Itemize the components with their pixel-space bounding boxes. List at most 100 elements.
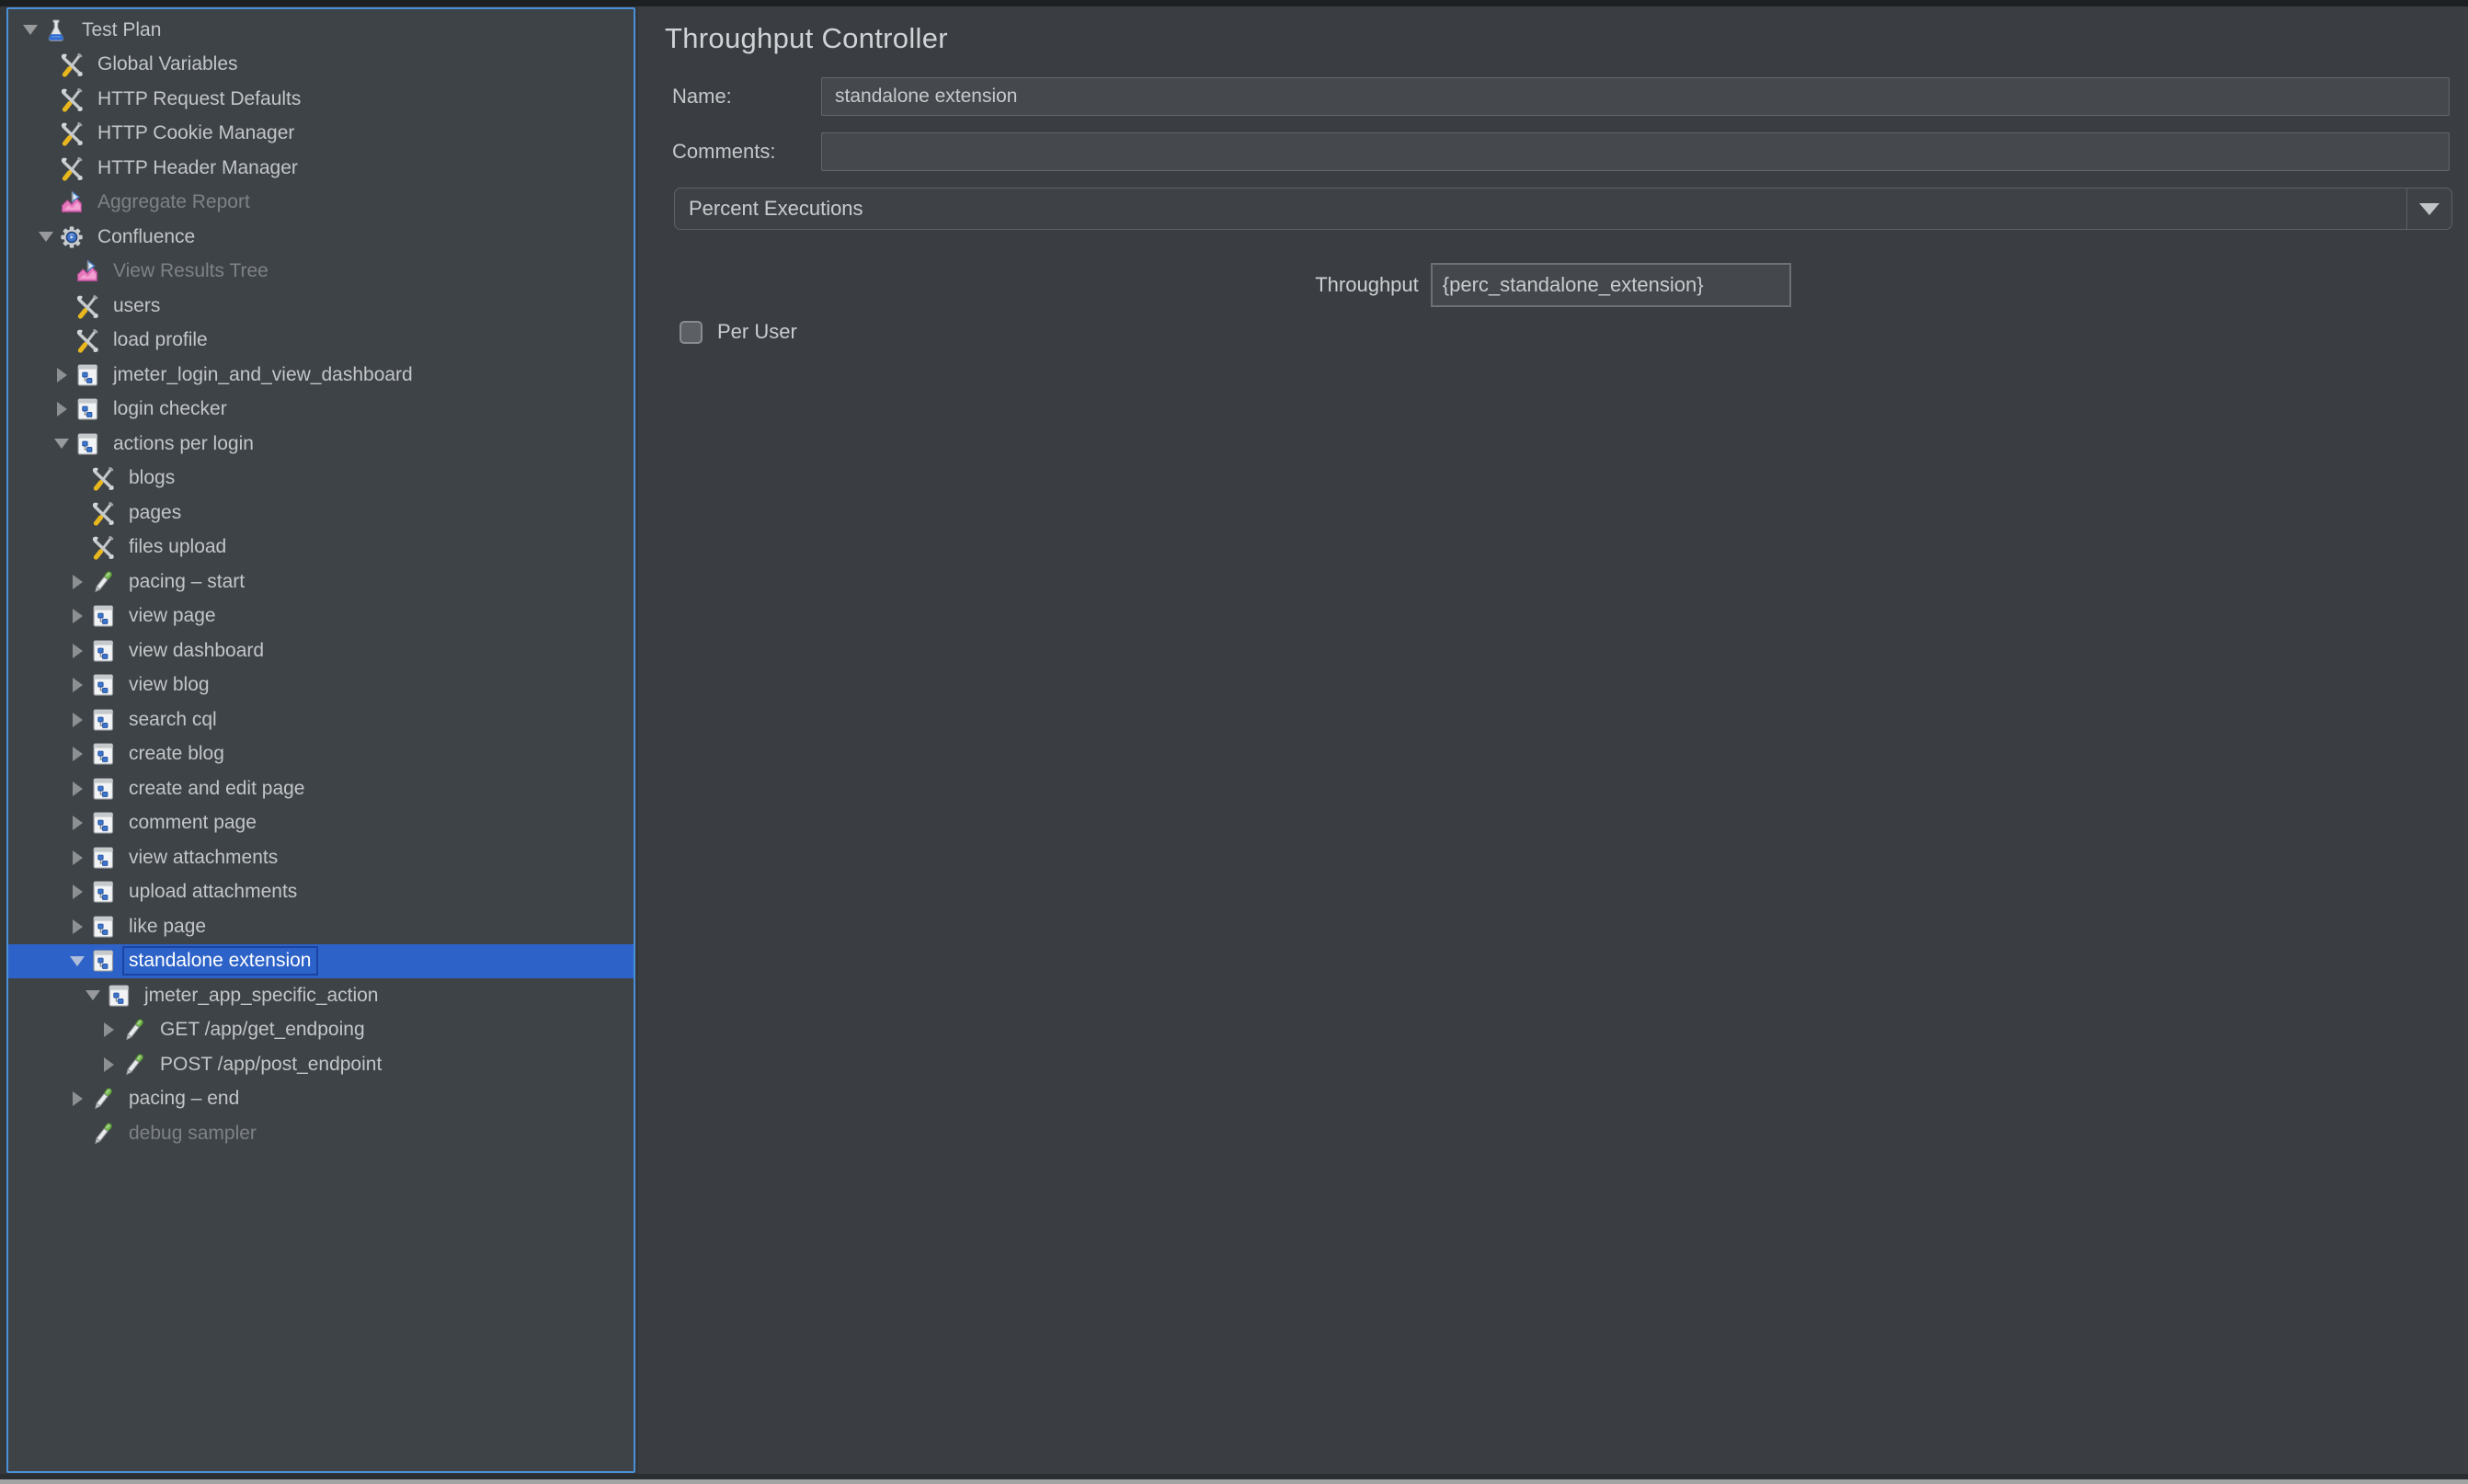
tree-item-debug-sampler[interactable]: debug sampler [8,1116,634,1151]
tree-item-http-request-defaults[interactable]: HTTP Request Defaults [8,82,634,117]
tree-item-view-dashboard[interactable]: view dashboard [8,634,634,668]
tree-item-search-cql[interactable]: search cql [8,702,634,737]
tree-item-label: create blog [129,743,224,765]
tree-item-http-cookie-manager[interactable]: HTTP Cookie Manager [8,117,634,152]
tree-item-standalone-extension[interactable]: standalone extension [8,943,634,978]
tree-item-login-checker[interactable]: login checker [8,393,634,428]
execution-mode-dropdown[interactable]: Percent Executions [674,188,2452,230]
tree-item-label: search cql [129,708,217,730]
tree-item-jmeter-login-and-view-dashboard[interactable]: jmeter_login_and_view_dashboard [8,358,634,393]
tree-item-jmeter-app-specific-action[interactable]: jmeter_app_specific_action [8,978,634,1013]
tree-item-create-blog[interactable]: create blog [8,737,634,772]
expand-arrow-icon[interactable] [66,781,88,796]
tree-item-label: debug sampler [129,1122,257,1144]
expand-arrow-icon[interactable] [66,816,88,831]
collapse-arrow-icon[interactable] [35,232,57,243]
tree-item-label: blogs [129,467,176,489]
tree-item-actions-per-login[interactable]: actions per login [8,427,634,462]
tree-item-label: jmeter_login_and_view_dashboard [113,363,413,385]
config-wrench-icon [59,120,85,146]
comments-label: Comments: [672,140,776,163]
tree-item-label: GET /app/get_endpoing [160,1019,365,1041]
config-wrench-icon [59,86,85,112]
per-user-checkbox[interactable] [680,320,703,344]
sampler-dropper-icon [121,1017,147,1043]
config-wrench-icon [74,293,100,319]
tree-item-label: view page [129,605,216,627]
expand-arrow-icon[interactable] [66,919,88,934]
tree-item-global-variables[interactable]: Global Variables [8,48,634,83]
comments-input[interactable] [821,132,2450,171]
tree-item-view-blog[interactable]: view blog [8,668,634,703]
tree-item-confluence[interactable]: Confluence [8,220,634,255]
expand-arrow-icon[interactable] [66,850,88,865]
sampler-dropper-icon [90,569,116,595]
tree-item-view-results-tree[interactable]: View Results Tree [8,255,634,290]
controller-icon [90,638,116,664]
sampler-dropper-icon [90,1086,116,1112]
config-wrench-icon [90,534,116,560]
tree-item-test-plan[interactable]: Test Plan [8,13,634,48]
tree-item-label: Global Variables [97,53,238,75]
listener-chart-icon [59,189,85,215]
config-wrench-icon [90,465,116,491]
tree-item-create-and-edit-page[interactable]: create and edit page [8,771,634,806]
tree-item-label: jmeter_app_specific_action [144,984,379,1006]
tree-item-files-upload[interactable]: files upload [8,531,634,565]
dropdown-arrow-button[interactable] [2406,188,2451,229]
tree-item-label: files upload [129,536,227,558]
tree-item-pacing-end[interactable]: pacing – end [8,1082,634,1117]
controller-icon [74,396,100,422]
name-row: Name: [638,76,2468,117]
expand-arrow-icon[interactable] [66,885,88,900]
tree-item-label: load profile [113,329,208,351]
tree-item-load-profile[interactable]: load profile [8,324,634,359]
tree-item-users[interactable]: users [8,289,634,324]
comments-row: Comments: [638,131,2468,172]
sampler-dropper-icon [90,1121,116,1147]
expand-arrow-icon[interactable] [66,747,88,762]
controller-icon [90,879,116,905]
expand-arrow-icon[interactable] [97,1056,120,1072]
controller-icon [90,776,116,802]
expand-arrow-icon[interactable] [66,574,88,589]
name-input[interactable] [821,77,2450,116]
config-wrench-icon [74,327,100,353]
controller-icon [90,914,116,940]
controller-icon [106,983,131,1009]
tree-item-label: standalone extension [122,946,318,976]
collapse-arrow-icon[interactable] [66,955,88,966]
tree-item-aggregate-report[interactable]: Aggregate Report [8,186,634,221]
tree-item-view-page[interactable]: view page [8,599,634,634]
tree-item-comment-page[interactable]: comment page [8,806,634,841]
throughput-controller-editor: Throughput Controller Name: Comments: Pe… [638,6,2468,1474]
expand-arrow-icon[interactable] [66,678,88,693]
tree-item-view-attachments[interactable]: view attachments [8,840,634,875]
tree-item-like-page[interactable]: like page [8,909,634,944]
tree-item-post-app-post-endpoint[interactable]: POST /app/post_endpoint [8,1047,634,1082]
expand-arrow-icon[interactable] [66,609,88,624]
tree-item-pacing-start[interactable]: pacing – start [8,565,634,599]
expand-arrow-icon[interactable] [66,1091,88,1107]
controller-icon [90,672,116,698]
test-plan-tree: Test Plan Global Variables HTTP Request … [6,7,635,1473]
tree-item-label: HTTP Request Defaults [97,87,302,109]
tree-item-pages[interactable]: pages [8,496,634,531]
tree-item-label: POST /app/post_endpoint [160,1053,383,1075]
collapse-arrow-icon[interactable] [19,25,41,36]
expand-arrow-icon[interactable] [66,643,88,658]
tree-item-blogs[interactable]: blogs [8,462,634,497]
throughput-input[interactable] [1430,263,1791,307]
expand-arrow-icon[interactable] [97,1022,120,1038]
tree-item-http-header-manager[interactable]: HTTP Header Manager [8,151,634,186]
expand-arrow-icon[interactable] [66,712,88,727]
tree-item-upload-attachments[interactable]: upload attachments [8,875,634,910]
tree-item-label: pacing – start [129,570,246,592]
tree-item-get-app-get-endpoing[interactable]: GET /app/get_endpoing [8,1013,634,1048]
collapse-arrow-icon[interactable] [51,439,73,450]
expand-arrow-icon[interactable] [51,402,73,417]
tree-item-label: like page [129,915,207,937]
expand-arrow-icon[interactable] [51,367,73,382]
config-wrench-icon [59,155,85,181]
collapse-arrow-icon[interactable] [82,990,104,1001]
